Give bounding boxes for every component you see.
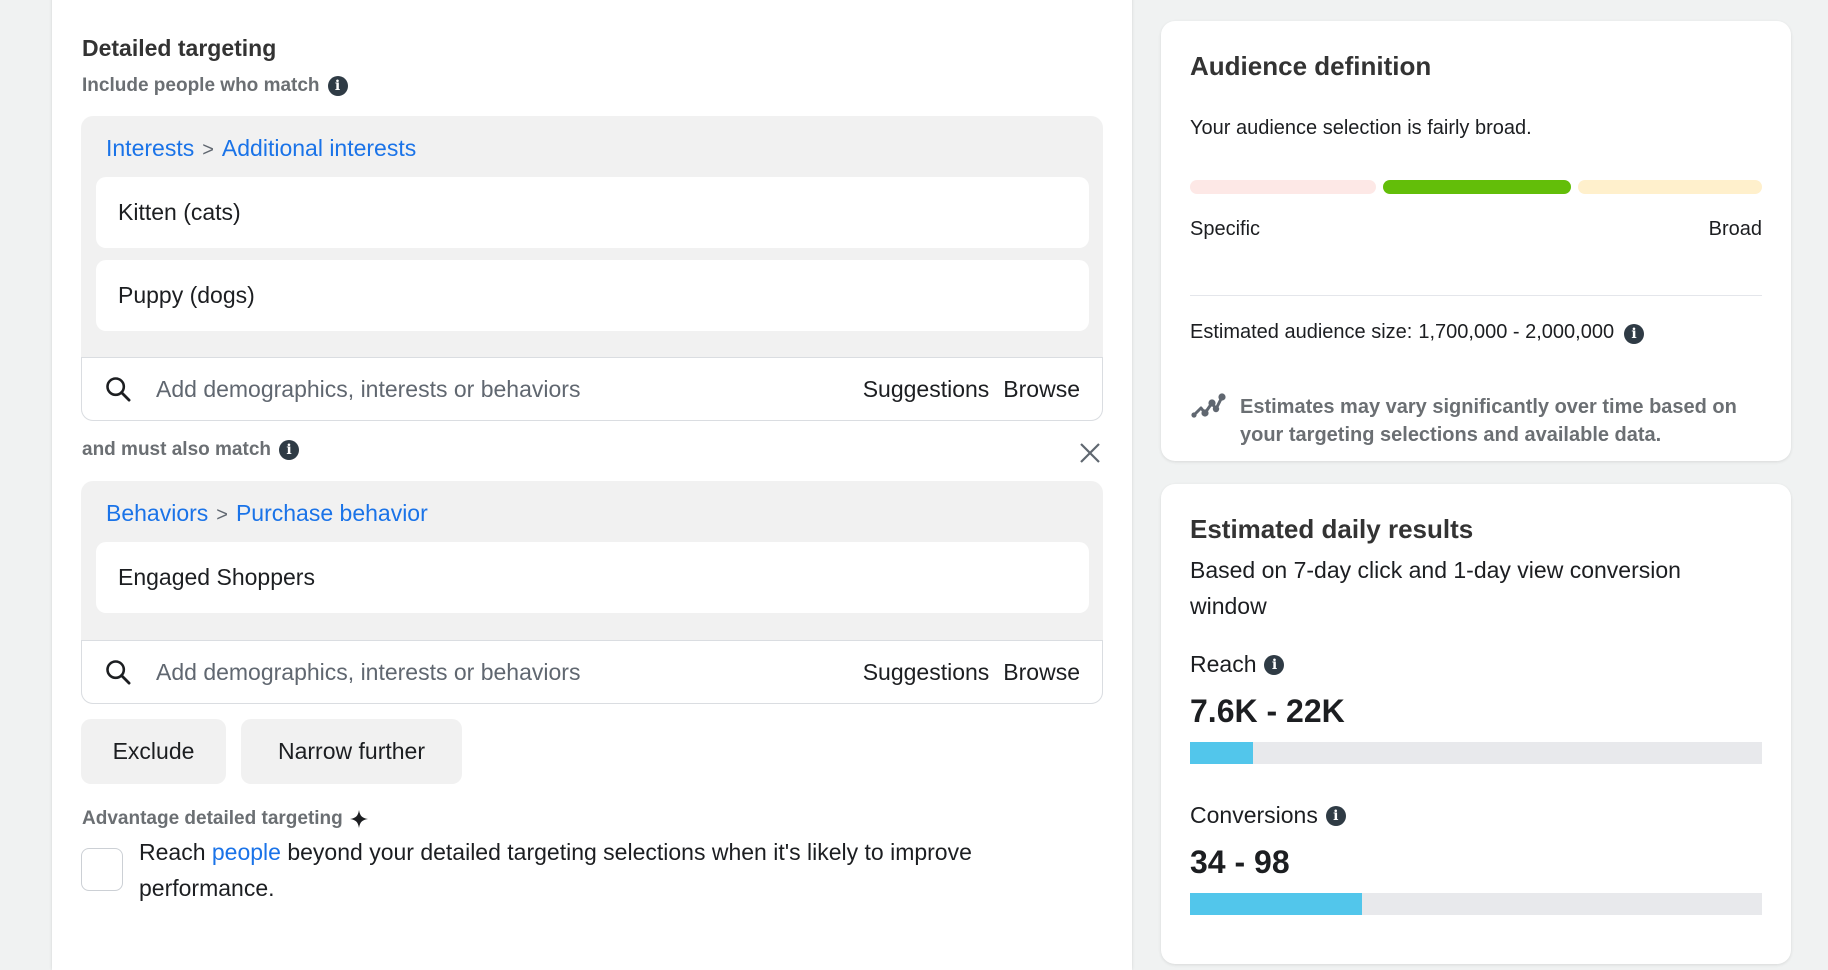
- conversions-label-text: Conversions: [1190, 802, 1318, 828]
- info-icon[interactable]: i: [1264, 654, 1285, 675]
- advantage-description: Reach people beyond your detailed target…: [139, 834, 1069, 906]
- estimated-daily-results-card: Estimated daily results Based on 7-day c…: [1161, 484, 1791, 964]
- audience-meter-segment-broad: [1578, 180, 1762, 194]
- audience-definition-title: Audience definition: [1190, 51, 1432, 81]
- audience-size: Estimated audience size: 1,700,000 - 2,0…: [1190, 320, 1645, 344]
- breadcrumb-behaviors[interactable]: Behaviors: [106, 500, 208, 526]
- conversions-label: Conversions i: [1190, 802, 1346, 829]
- must-also-match-label: and must also match i: [82, 439, 299, 461]
- advantage-label: Advantage detailed targeting: [82, 808, 369, 830]
- section-title: Detailed targeting: [82, 35, 277, 61]
- breadcrumb-additional-interests[interactable]: Additional interests: [222, 135, 416, 161]
- reach-value: 7.6K - 22K: [1190, 693, 1345, 729]
- info-icon[interactable]: i: [279, 440, 299, 460]
- breadcrumb-separator: >: [216, 504, 228, 526]
- audience-summary: Your audience selection is fairly broad.: [1190, 117, 1532, 139]
- reach-bar-fill: [1190, 742, 1253, 764]
- audience-size-label: Estimated audience size:: [1190, 320, 1413, 343]
- specific-label: Specific: [1190, 218, 1261, 240]
- targeting-item[interactable]: Kitten (cats): [96, 177, 1089, 248]
- estimates-note: Estimates may vary significantly over ti…: [1190, 393, 1762, 449]
- include-label-text: Include people who match: [82, 75, 320, 96]
- breadcrumb: Interests > Additional interests: [106, 135, 416, 162]
- targeting-item[interactable]: Engaged Shoppers: [96, 542, 1089, 613]
- include-label: Include people who match i: [82, 75, 348, 97]
- info-icon[interactable]: i: [1325, 805, 1346, 826]
- breadcrumb: Behaviors > Purchase behavior: [106, 500, 428, 527]
- conversions-bar-fill: [1190, 893, 1362, 915]
- breadcrumb-purchase-behavior[interactable]: Purchase behavior: [236, 500, 428, 526]
- reach-label-text: Reach: [1190, 651, 1257, 677]
- advantage-checkbox[interactable]: [81, 848, 123, 891]
- info-icon[interactable]: i: [1624, 324, 1645, 344]
- targeting-search-bar: Suggestions Browse: [81, 357, 1103, 421]
- targeting-search-bar: Suggestions Browse: [81, 640, 1103, 704]
- targeting-group-1: Interests > Additional interests Kitten (c…: [81, 116, 1103, 421]
- people-link[interactable]: people: [212, 839, 281, 865]
- suggestions-button[interactable]: Suggestions: [863, 376, 990, 403]
- targeting-group-2: Behaviors > Purchase behavior Engaged Shop…: [81, 481, 1103, 704]
- browse-button[interactable]: Browse: [1003, 659, 1080, 686]
- suggestions-button[interactable]: Suggestions: [863, 659, 990, 686]
- targeting-search-input[interactable]: [154, 374, 863, 404]
- conversions-bar: [1190, 893, 1762, 915]
- audience-meter-segment-fairly-broad: [1383, 180, 1571, 194]
- narrow-further-button[interactable]: Narrow further: [241, 719, 462, 784]
- breadcrumb-interests[interactable]: Interests: [106, 135, 194, 161]
- browse-button[interactable]: Browse: [1003, 376, 1080, 403]
- sparkle-icon: [349, 810, 368, 828]
- reach-label: Reach i: [1190, 651, 1285, 678]
- daily-results-subtitle: Based on 7-day click and 1-day view conv…: [1190, 557, 1681, 619]
- info-icon[interactable]: i: [327, 76, 348, 96]
- audience-size-value: 1,700,000 - 2,000,000: [1418, 320, 1615, 343]
- daily-results-title: Estimated daily results: [1190, 514, 1474, 544]
- estimates-note-text: Estimates may vary significantly over ti…: [1240, 396, 1737, 446]
- exclude-button[interactable]: Exclude: [81, 719, 226, 784]
- audience-meter-segment-specific: [1190, 180, 1376, 194]
- breadcrumb-separator: >: [202, 139, 214, 161]
- divider: [1190, 295, 1762, 296]
- conversions-value: 34 - 98: [1190, 844, 1290, 880]
- search-icon: [106, 377, 131, 402]
- reach-bar: [1190, 742, 1762, 764]
- trend-line-icon: [1191, 393, 1226, 418]
- remove-group-close-icon[interactable]: [1078, 441, 1102, 465]
- advantage-text-before: Reach: [139, 839, 212, 865]
- targeting-item[interactable]: Puppy (dogs): [96, 260, 1089, 331]
- must-also-match-text: and must also match: [82, 439, 271, 460]
- audience-definition-card: Audience definition Your audience select…: [1161, 21, 1791, 461]
- targeting-search-input[interactable]: [154, 657, 863, 687]
- search-icon: [106, 660, 131, 685]
- advantage-title: Advantage detailed targeting: [82, 808, 343, 829]
- broad-label: Broad: [1708, 218, 1762, 240]
